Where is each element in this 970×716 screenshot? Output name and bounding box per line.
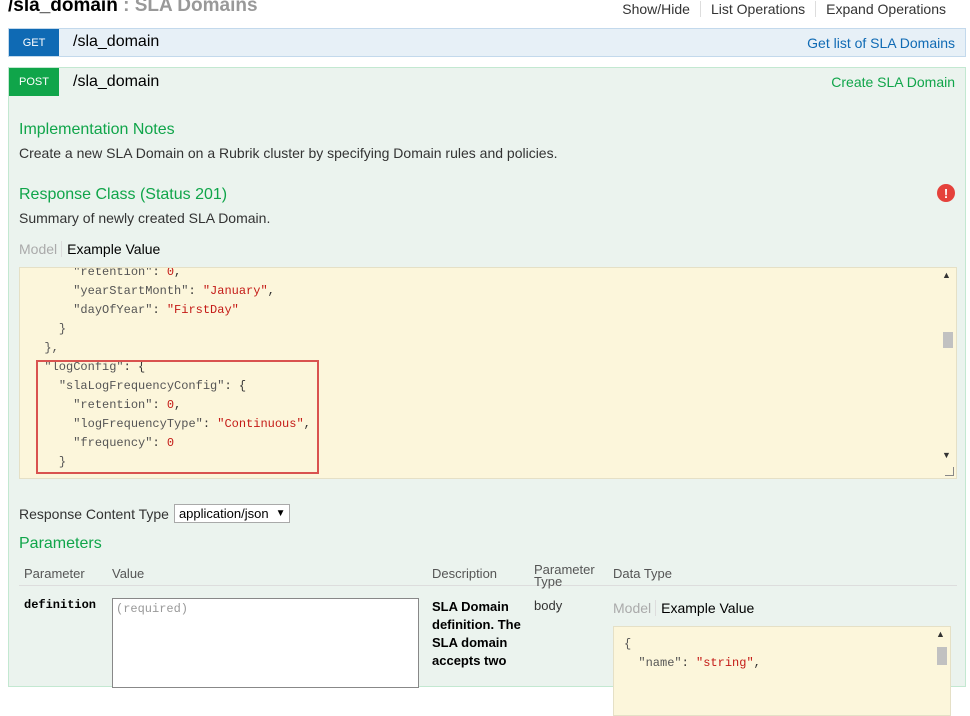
post-operation-block: POST /sla_domain Create SLA Domain Imple… <box>8 67 966 716</box>
code-tail: , <box>753 656 761 670</box>
scroll-down-icon[interactable]: ▼ <box>942 450 951 460</box>
code-key: "yearStartMonth" <box>73 284 189 298</box>
get-operation-summary[interactable]: Get list of SLA Domains <box>807 35 955 51</box>
highlight-box <box>36 360 319 474</box>
get-operation-bar[interactable]: GET /sla_domain Get list of SLA Domains <box>8 28 966 57</box>
resource-title[interactable]: /sla_domain : SLA Domains <box>8 0 258 17</box>
code-tail: , <box>174 267 182 279</box>
response-example-code[interactable]: "retention": 0, "yearStartMonth": "Janua… <box>19 267 957 479</box>
code-line: { <box>624 635 631 654</box>
response-content-type-value: application/json <box>178 506 269 521</box>
code-line: } <box>30 320 66 339</box>
post-operation-summary[interactable]: Create SLA Domain <box>831 74 955 90</box>
parameter-example-code[interactable]: { "name": "string", ▲ <box>613 626 951 716</box>
resource-path[interactable]: /sla_domain <box>8 0 118 16</box>
header-value: Value <box>112 566 145 581</box>
caret-down-icon: ▼ <box>275 508 286 519</box>
parameters-heading: Parameters <box>19 535 102 552</box>
code-sep: : <box>152 303 167 317</box>
definition-placeholder: (required) <box>116 602 189 616</box>
code-line: }, <box>30 339 59 358</box>
header-parameter: Parameter <box>24 566 85 581</box>
post-method-badge[interactable]: POST <box>9 68 59 96</box>
code-line: "name": "string", <box>624 654 761 673</box>
parameter-name: definition <box>24 598 97 612</box>
code-val: "string" <box>696 656 754 670</box>
implementation-notes-text: Create a new SLA Domain on a Rubrik clus… <box>19 145 558 161</box>
example-value-tab[interactable]: Example Value <box>62 241 160 257</box>
response-class-heading: Response Class (Status 201) <box>19 186 228 203</box>
code-val: 0 <box>166 267 175 279</box>
header-parameter-type: Parameter Type <box>534 562 595 589</box>
code-sep: : <box>681 656 697 670</box>
code-val: "January" <box>202 284 268 298</box>
get-operation-path[interactable]: /sla_domain <box>73 33 159 51</box>
parameter-row-definition: definition (required) SLA Domain definit… <box>19 590 957 716</box>
header-data-type: Data Type <box>613 566 673 581</box>
header-description: Description <box>432 566 498 581</box>
response-model-tabs: Model Example Value <box>19 241 160 257</box>
code-val: "FirstDay" <box>166 303 239 317</box>
code-sep: : <box>152 267 167 279</box>
code-line: "dayOfYear": "FirstDay" <box>30 301 239 320</box>
resource-separator: : <box>117 0 135 16</box>
code-tail: , <box>267 284 275 298</box>
param-code-scrollbar[interactable]: ▲ <box>933 627 950 715</box>
expand-operations-link[interactable]: Expand Operations <box>815 1 956 17</box>
code-key: } <box>58 322 67 336</box>
parameter-model-tabs: Model Example Value <box>613 600 754 616</box>
model-tab[interactable]: Model <box>19 241 63 257</box>
code-key: "name" <box>638 656 682 670</box>
resource-links: Show/Hide List Operations Expand Operati… <box>612 1 956 17</box>
resize-grip-icon[interactable] <box>945 467 954 476</box>
response-content-type: Response Content Type application/json ▼ <box>19 504 291 523</box>
code-key: { <box>624 637 632 651</box>
post-operation-path[interactable]: /sla_domain <box>73 73 159 91</box>
param-example-value-tab[interactable]: Example Value <box>656 600 754 616</box>
implementation-notes-heading: Implementation Notes <box>19 121 175 138</box>
parameters-table-header: Parameter Value Description Parameter Ty… <box>19 556 957 589</box>
response-content-type-label: Response Content Type <box>19 505 169 522</box>
code-sep: : <box>188 284 203 298</box>
response-class-text: Summary of newly created SLA Domain. <box>19 210 271 226</box>
param-scroll-up-icon[interactable]: ▲ <box>936 629 945 639</box>
parameter-description: SLA Domain definition. The SLA domain ac… <box>432 599 521 668</box>
get-method-badge[interactable]: GET <box>9 29 59 56</box>
param-scroll-thumb[interactable] <box>937 647 947 665</box>
response-content-type-select[interactable]: application/json ▼ <box>173 504 291 523</box>
show-hide-link[interactable]: Show/Hide <box>612 1 700 17</box>
resource-description: SLA Domains <box>134 0 258 16</box>
parameter-type: body <box>534 598 563 613</box>
code-line: "retention": 0, <box>30 267 182 282</box>
resource-header: /sla_domain : SLA Domains Show/Hide List… <box>0 0 970 22</box>
code-key: "retention" <box>73 267 153 279</box>
code-key: "dayOfYear" <box>73 303 153 317</box>
validation-error-icon[interactable]: ! <box>937 184 955 202</box>
code-key: }, <box>44 341 59 355</box>
scroll-thumb[interactable] <box>943 332 953 348</box>
code-scrollbar[interactable]: ▲ ▼ <box>939 268 956 478</box>
code-line: "yearStartMonth": "January", <box>30 282 275 301</box>
scroll-up-icon[interactable]: ▲ <box>942 270 951 280</box>
param-model-tab[interactable]: Model <box>613 600 657 616</box>
list-operations-link[interactable]: List Operations <box>699 1 815 17</box>
